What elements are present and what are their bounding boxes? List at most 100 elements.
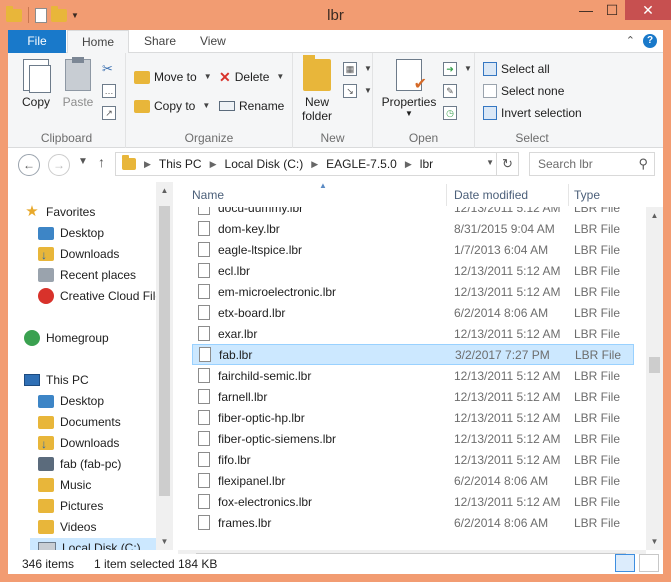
column-name[interactable]: Name: [192, 188, 224, 202]
nav-favorites[interactable]: ★ Favorites: [24, 202, 95, 222]
nav-pc-pictures[interactable]: Pictures: [38, 496, 103, 516]
file-type: LBR File: [574, 410, 621, 425]
file-row[interactable]: fairchild-semic.lbr 12/13/2011 5:12 AM LBR…: [192, 365, 634, 386]
details-view-button[interactable]: [615, 554, 635, 572]
nav-pc-videos[interactable]: Videos: [38, 517, 96, 537]
nav-pc-downloads[interactable]: Downloads: [38, 433, 119, 454]
tab-home[interactable]: Home: [67, 30, 130, 54]
new-item-button[interactable]: ▦ ▼: [343, 59, 372, 79]
easy-access-button[interactable]: ↘ ▼: [343, 81, 372, 101]
file-row[interactable]: etx-board.lbr 6/2/2014 8:06 AM LBR File: [192, 302, 634, 323]
column-type[interactable]: Type: [574, 188, 600, 202]
breadcrumb-eagle[interactable]: EAGLE-7.5.0: [326, 157, 397, 171]
history-button[interactable]: ◷: [443, 103, 457, 123]
nav-this-pc[interactable]: This PC: [24, 370, 89, 390]
file-row[interactable]: farnell.lbr 12/13/2011 5:12 AM LBR File: [192, 386, 634, 407]
homegroup-icon: [24, 330, 40, 346]
column-divider[interactable]: [568, 184, 569, 206]
scissors-icon: ✂: [102, 61, 113, 76]
file-row[interactable]: exar.lbr 12/13/2011 5:12 AM LBR File: [192, 323, 634, 344]
nav-pc-local-disk[interactable]: Local Disk (C:): [30, 538, 156, 550]
copy-to-button[interactable]: Copy to ▼: [134, 96, 210, 116]
file-row[interactable]: em-microelectronic.lbr 12/13/2011 5:12 AM…: [192, 281, 634, 302]
select-all-button[interactable]: Select all: [483, 59, 550, 79]
new-folder-label-1: New: [304, 95, 329, 109]
column-date-modified[interactable]: Date modified: [454, 188, 528, 202]
properties-button[interactable]: Properties ▼: [379, 59, 439, 118]
nav-scrollbar[interactable]: ▲ ▼: [156, 182, 173, 550]
file-row[interactable]: fab.lbr 3/2/2017 7:27 PM LBR File: [192, 344, 634, 365]
breadcrumb-local-disk[interactable]: Local Disk (C:): [225, 157, 304, 171]
address-bar[interactable]: ▶ This PC ▶ Local Disk (C:) ▶ EAGLE-7.5.…: [115, 152, 519, 176]
search-input[interactable]: Search lbr ⚲: [529, 152, 655, 176]
open-button[interactable]: ➜ ▼: [443, 59, 472, 79]
file-row[interactable]: dom-key.lbr 8/31/2015 9:04 AM LBR File: [192, 218, 634, 239]
select-group: Select all Select none Invert selection …: [475, 53, 589, 148]
up-button[interactable]: ↑: [98, 154, 105, 170]
invert-selection-button[interactable]: Invert selection: [483, 103, 582, 123]
clipboard-group: Copy Paste ✂ … ↗ Clipboard: [8, 53, 126, 148]
cut-button[interactable]: ✂: [102, 59, 113, 79]
file-row[interactable]: flexipanel.lbr 6/2/2014 8:06 AM LBR File: [192, 470, 634, 491]
file-row[interactable]: frames.lbr 6/2/2014 8:06 AM LBR File: [192, 512, 634, 533]
file-row[interactable]: ecl.lbr 12/13/2011 5:12 AM LBR File: [192, 260, 634, 281]
nav-fav-desktop[interactable]: Desktop: [38, 223, 104, 243]
maximize-button[interactable]: ☐: [599, 0, 625, 20]
file-row[interactable]: fifo.lbr 12/13/2011 5:12 AM LBR File: [192, 449, 634, 470]
delete-button[interactable]: ✕ Delete ▼: [219, 67, 284, 87]
back-button[interactable]: ←: [18, 154, 40, 176]
file-row[interactable]: docu-dummy.lbr 12/13/2011 5:12 AM LBR File: [192, 207, 634, 218]
scroll-down-icon[interactable]: ▼: [646, 537, 663, 546]
tab-share[interactable]: Share: [130, 30, 190, 53]
nav-fav-recent[interactable]: Recent places: [38, 265, 136, 285]
move-to-button[interactable]: Move to ▼: [134, 67, 212, 87]
rename-button[interactable]: Rename: [219, 96, 284, 116]
file-name: flexipanel.lbr: [218, 473, 286, 488]
scroll-up-icon[interactable]: ▲: [156, 186, 173, 195]
new-folder-button[interactable]: New folder: [297, 55, 337, 123]
close-button[interactable]: ✕: [625, 0, 671, 20]
new-folder-label-2: folder: [301, 109, 333, 123]
file-row[interactable]: fiber-optic-siemens.lbr 12/13/2011 5:12 A…: [192, 428, 634, 449]
chevron-up-icon[interactable]: ⌃: [626, 34, 635, 48]
file-list-scrollbar[interactable]: ▲ ▼: [646, 207, 663, 550]
tab-file[interactable]: File: [8, 30, 66, 53]
column-divider[interactable]: [446, 184, 447, 206]
edit-button[interactable]: ✎: [443, 81, 457, 101]
forward-button[interactable]: →: [48, 154, 70, 176]
file-row[interactable]: fox-electronics.lbr 12/13/2011 5:12 AM LBR…: [192, 491, 634, 512]
paste-shortcut-button[interactable]: ↗: [102, 103, 116, 123]
nav-label: This PC: [46, 373, 89, 387]
help-icon[interactable]: ?: [643, 34, 657, 48]
nav-homegroup[interactable]: Homegroup: [24, 328, 109, 348]
breadcrumb-lbr[interactable]: lbr: [420, 157, 433, 171]
refresh-icon[interactable]: ↻: [496, 153, 518, 175]
file-row[interactable]: fiber-optic-hp.lbr 12/13/2011 5:12 AM LBR …: [192, 407, 634, 428]
tab-view[interactable]: View: [186, 30, 240, 53]
nav-fav-creative-cloud[interactable]: Creative Cloud Files: [38, 286, 168, 306]
select-none-button[interactable]: Select none: [483, 81, 564, 101]
nav-fav-downloads[interactable]: Downloads: [38, 244, 119, 265]
file-date: 1/7/2013 6:04 AM: [454, 242, 549, 257]
file-row[interactable]: eagle-ltspice.lbr 1/7/2013 6:04 AM LBR Fil…: [192, 239, 634, 260]
scroll-down-icon[interactable]: ▼: [156, 537, 173, 546]
large-icons-view-button[interactable]: [639, 554, 659, 572]
chevron-down-icon[interactable]: ▼: [486, 158, 494, 167]
breadcrumb-this-pc[interactable]: This PC: [159, 157, 202, 171]
nav-pc-fab[interactable]: fab (fab-pc): [38, 454, 121, 474]
recent-locations-button[interactable]: ▼: [78, 156, 88, 167]
nav-pc-desktop[interactable]: Desktop: [38, 391, 104, 411]
copy-path-button[interactable]: …: [102, 81, 116, 101]
nav-pc-music[interactable]: Music: [38, 475, 91, 495]
paste-button[interactable]: Paste: [58, 57, 98, 109]
scroll-up-icon[interactable]: ▲: [646, 211, 663, 220]
nav-label: Pictures: [60, 499, 104, 513]
chevron-down-icon: ▼: [464, 64, 472, 73]
videos-icon: [38, 520, 54, 534]
scroll-thumb[interactable]: [159, 206, 170, 496]
scroll-thumb[interactable]: [649, 357, 660, 373]
copy-button[interactable]: Copy: [16, 59, 56, 109]
nav-pc-documents[interactable]: Documents: [38, 412, 121, 432]
minimize-button[interactable]: —: [573, 0, 599, 20]
pictures-icon: [38, 499, 54, 513]
